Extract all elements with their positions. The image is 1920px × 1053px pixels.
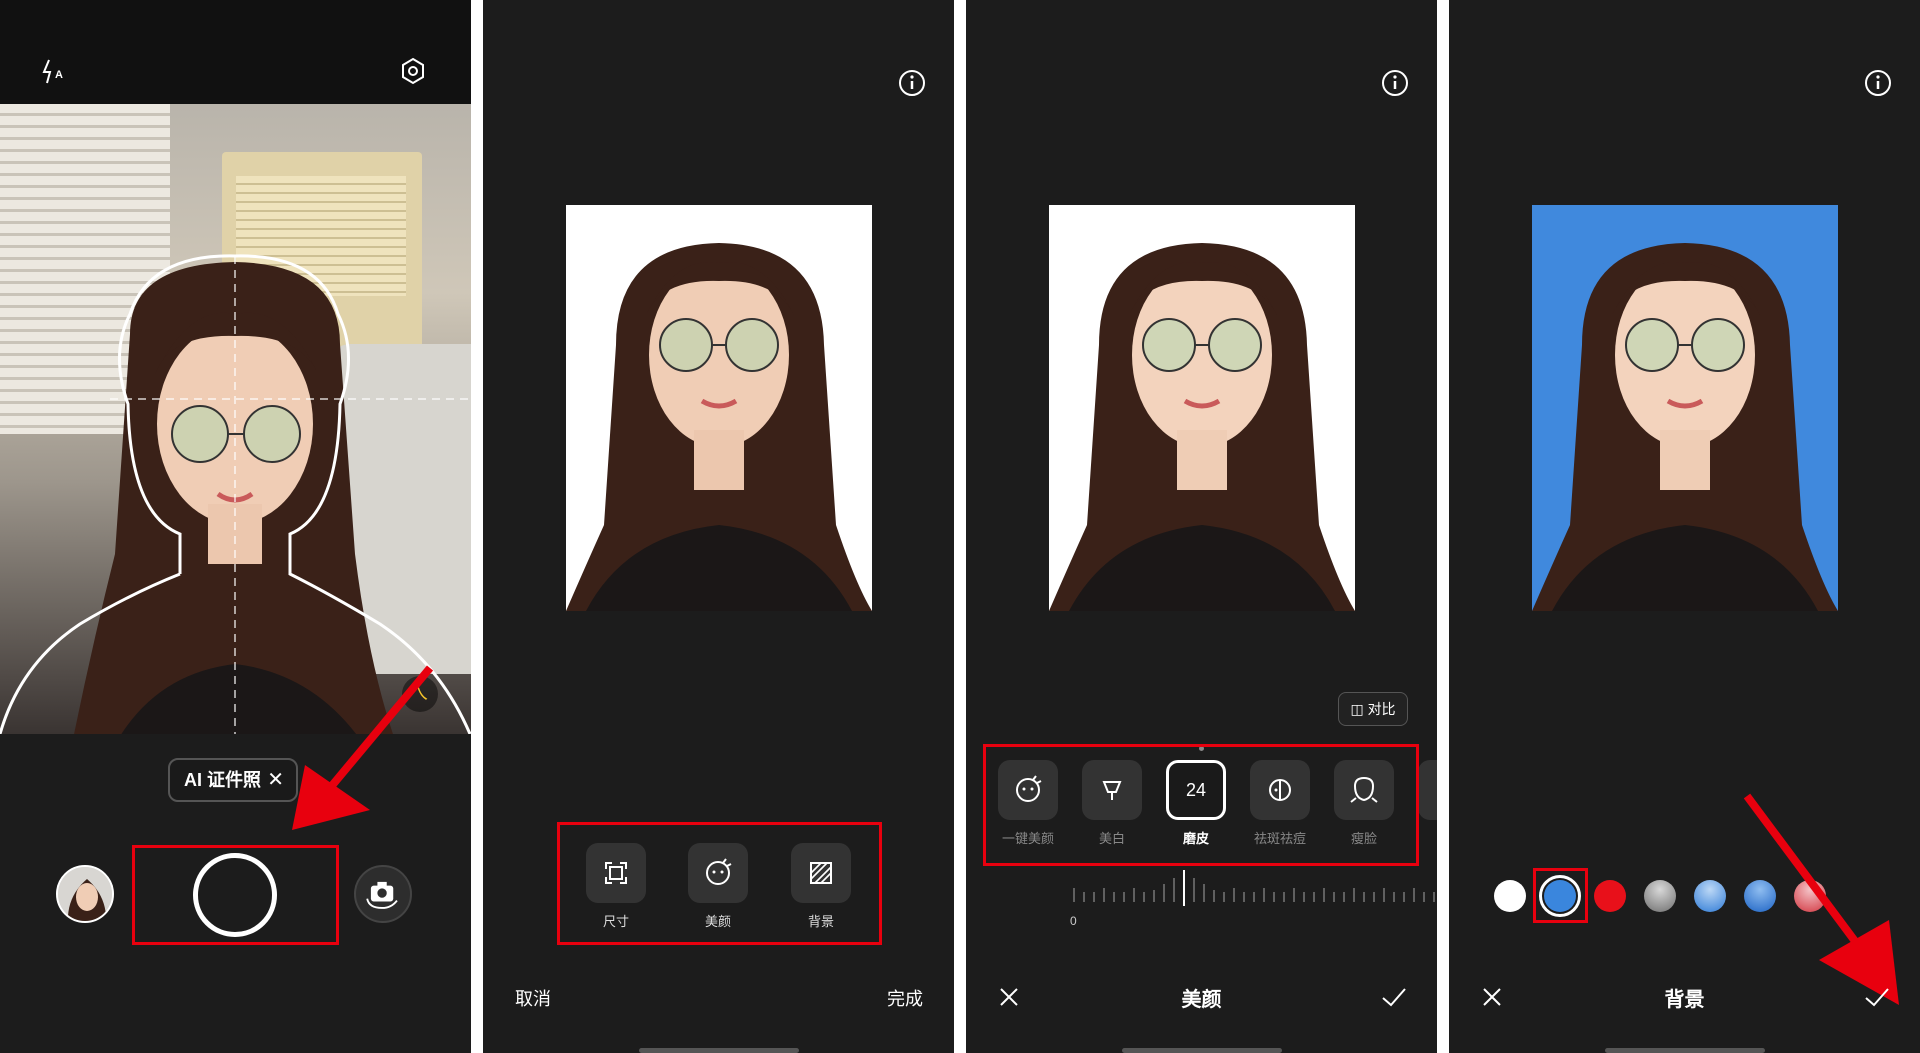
- camera-viewfinder[interactable]: ㄟ: [0, 104, 471, 734]
- info-icon[interactable]: [1863, 68, 1893, 98]
- switch-camera-button[interactable]: [354, 865, 412, 923]
- confirm-check-icon[interactable]: [1863, 984, 1891, 1010]
- id-photo-preview: [1049, 205, 1355, 611]
- bg-swatch-gray-gradient[interactable]: [1644, 880, 1676, 912]
- svg-text:A: A: [55, 69, 63, 81]
- background-editor-screen: 背景: [1449, 0, 1920, 1053]
- confirm-check-icon[interactable]: [1380, 984, 1408, 1010]
- bg-swatch-blue-gradient-light[interactable]: [1694, 880, 1726, 912]
- switch-camera-icon: [366, 881, 398, 909]
- home-indicator: [1605, 1048, 1765, 1053]
- id-photo-preview-blue: [1532, 205, 1838, 611]
- slider-min-label: 0: [1070, 914, 1077, 928]
- beauty-options-highlight-box: [983, 744, 1419, 866]
- mode-chip-label: AI 证件照: [184, 770, 262, 790]
- shutter-highlight-box: [132, 845, 339, 945]
- intensity-slider[interactable]: [1070, 870, 1437, 910]
- compare-button[interactable]: ◫ 对比: [1338, 692, 1408, 726]
- ai-id-photo-mode-chip[interactable]: AI 证件照 ✕: [168, 758, 298, 802]
- bg-swatch-red[interactable]: [1594, 880, 1626, 912]
- id-photo-editor-screen: 尺寸 美颜 背景 取消 完成: [483, 0, 954, 1053]
- gallery-thumbnail[interactable]: [56, 865, 114, 923]
- camera-screen: A ㄟ AI 证件照 ✕: [0, 0, 471, 1053]
- flash-auto-icon[interactable]: A: [40, 56, 70, 86]
- more-option-icon: [1418, 760, 1437, 820]
- settings-icon[interactable]: [398, 56, 428, 86]
- info-icon[interactable]: [1380, 68, 1410, 98]
- beauty-option-partial[interactable]: [1416, 760, 1437, 820]
- id-photo-preview: [566, 205, 872, 611]
- compare-label: 对比: [1367, 701, 1396, 717]
- background-title: 背景: [1664, 989, 1705, 1011]
- done-button[interactable]: 完成: [887, 985, 923, 1011]
- beauty-editor-screen: ◫ 对比 一键美颜 美白 24 磨皮 祛斑祛痘 瘦脸 0 美颜: [966, 0, 1437, 1053]
- camera-top-bar: A: [0, 0, 471, 104]
- face-outline-guide: [0, 254, 471, 734]
- selected-swatch-highlight-box: [1533, 868, 1588, 923]
- red-arrow-annotation-icon: [1743, 793, 1899, 1005]
- beauty-title: 美颜: [1181, 989, 1222, 1011]
- compare-icon: ◫: [1350, 701, 1368, 717]
- home-indicator: [1122, 1048, 1282, 1053]
- home-indicator: [639, 1048, 799, 1053]
- tools-highlight-box: [557, 822, 882, 945]
- bg-swatch-white[interactable]: [1494, 880, 1526, 912]
- red-arrow-annotation-icon: [292, 665, 434, 830]
- info-icon[interactable]: [897, 68, 927, 98]
- cancel-button[interactable]: 取消: [515, 985, 551, 1011]
